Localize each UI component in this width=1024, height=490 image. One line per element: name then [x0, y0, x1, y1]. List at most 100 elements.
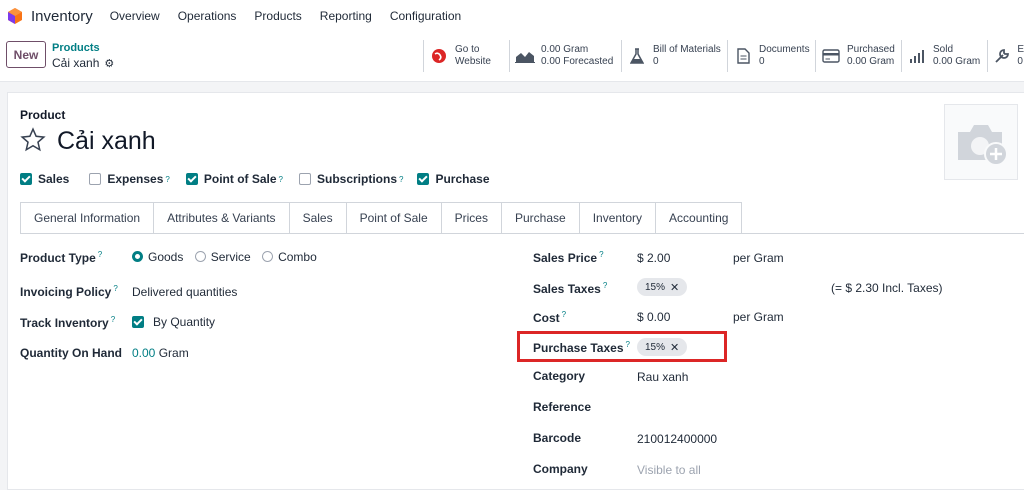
product-image-upload[interactable] — [944, 104, 1018, 180]
flag-expenses-label: Expenses — [107, 172, 164, 186]
flag-subscriptions-label: Subscriptions — [317, 172, 398, 186]
help-icon[interactable]: ? — [603, 281, 607, 290]
product-name-input[interactable]: Cải xanh — [57, 127, 156, 156]
notebook-tabs: General Information Attributes & Variant… — [20, 202, 743, 234]
flag-subscriptions[interactable]: Subscriptions? — [299, 172, 403, 186]
qty-on-hand-unit: Gram — [158, 346, 189, 360]
flag-pos-label: Point of Sale — [203, 172, 277, 186]
reference-label: Reference — [533, 400, 592, 414]
track-inventory-method[interactable]: By Quantity — [153, 315, 215, 329]
new-button[interactable]: New — [6, 41, 46, 68]
smart-button-purchased[interactable]: Purchased 0.00 Gram — [815, 40, 901, 72]
tab-purchase[interactable]: Purchase — [501, 202, 580, 234]
category-select[interactable]: Rau xanh — [637, 370, 688, 384]
help-icon[interactable]: ? — [113, 284, 117, 293]
breadcrumb-current: Cải xanh ⚙ — [52, 56, 114, 70]
reference-input[interactable] — [637, 400, 877, 414]
invoicing-policy-select[interactable]: Delivered quantities — [132, 285, 237, 299]
tab-general-information[interactable]: General Information — [20, 202, 155, 234]
qty-on-hand-label: Quantity On Hand — [20, 346, 122, 360]
sales-checkbox[interactable] — [20, 173, 32, 185]
wrench-icon — [993, 48, 1011, 64]
smart-button-forecast[interactable]: 0.00 Gram 0.00 Forecasted — [509, 40, 621, 72]
radio-combo-dot[interactable] — [262, 251, 274, 262]
product-flags: Sales Expenses? Point of Sale? Subscript… — [20, 172, 502, 186]
gear-icon[interactable]: ⚙ — [104, 57, 114, 70]
smart-website-bottom: Website — [455, 56, 491, 67]
barcode-label: Barcode — [533, 431, 582, 445]
smart-button-more[interactable]: E0 — [987, 40, 1024, 72]
smart-button-sold[interactable]: Sold 0.00 Gram — [901, 40, 987, 72]
qty-on-hand-value[interactable]: 0.00 — [132, 346, 155, 360]
purchase-checkbox[interactable] — [417, 173, 430, 185]
document-icon — [733, 48, 753, 64]
product-type-label-text: Product Type — [20, 251, 96, 265]
area-chart-icon — [515, 49, 535, 63]
bar-chart-icon — [907, 49, 927, 63]
menu-operations[interactable]: Operations — [178, 9, 237, 23]
smart-sold-top: Sold — [933, 44, 954, 55]
radio-goods[interactable]: Goods — [132, 250, 183, 264]
track-inventory-field: By Quantity — [132, 315, 215, 329]
smart-more-bottom: 0 — [1017, 56, 1023, 67]
tab-sales[interactable]: Sales — [289, 202, 347, 234]
tab-attributes-variants[interactable]: Attributes & Variants — [154, 202, 290, 234]
invoicing-policy-label-text: Invoicing Policy — [20, 285, 112, 299]
cost-input[interactable]: $ 0.00 — [637, 310, 670, 324]
flag-sales-label: Sales — [38, 172, 70, 186]
radio-service-label: Service — [210, 250, 251, 264]
breadcrumb-current-label: Cải xanh — [52, 56, 100, 70]
help-icon[interactable]: ? — [562, 310, 566, 319]
tab-prices[interactable]: Prices — [441, 202, 502, 234]
pos-checkbox[interactable] — [185, 173, 198, 185]
breadcrumb-products-link[interactable]: Products — [52, 42, 100, 54]
barcode-input[interactable]: 210012400000 — [637, 432, 717, 446]
radio-goods-dot[interactable] — [132, 251, 143, 262]
track-inventory-label: Track Inventory? — [20, 315, 115, 330]
track-inventory-checkbox[interactable] — [132, 316, 144, 328]
smart-bom-top: Bill of Materials — [653, 44, 721, 55]
sales-price-input[interactable]: $ 2.00 — [637, 251, 670, 265]
flag-purchase[interactable]: Purchase — [417, 172, 490, 186]
control-panel: New Products Cải xanh ⚙ Go to Website 0.0… — [0, 32, 1024, 82]
flag-expenses[interactable]: Expenses? — [89, 172, 170, 186]
expenses-checkbox[interactable] — [89, 173, 102, 185]
product-label: Product — [20, 108, 66, 122]
radio-combo[interactable]: Combo — [262, 250, 317, 264]
smart-button-website[interactable]: Go to Website — [423, 40, 509, 72]
subscriptions-checkbox[interactable] — [299, 173, 311, 185]
camera-add-icon — [958, 125, 1008, 166]
app-logo-icon[interactable] — [8, 8, 22, 24]
tab-point-of-sale[interactable]: Point of Sale — [346, 202, 442, 234]
remove-tag-icon[interactable]: ✕ — [670, 281, 679, 294]
credit-card-icon — [821, 49, 841, 63]
menu-configuration[interactable]: Configuration — [390, 9, 461, 23]
cost-label: Cost? — [533, 310, 566, 325]
company-select[interactable]: Visible to all — [637, 463, 701, 477]
star-icon[interactable] — [20, 127, 46, 153]
smart-button-documents[interactable]: Documents 0 — [727, 40, 815, 72]
help-icon[interactable]: ? — [599, 250, 603, 259]
help-icon[interactable]: ? — [279, 175, 283, 184]
smart-bom-bottom: 0 — [653, 56, 659, 67]
sales-tax-tag: 15% ✕ — [637, 278, 688, 296]
flag-sales[interactable]: Sales — [20, 172, 69, 186]
menu-overview[interactable]: Overview — [110, 9, 160, 23]
menu-reporting[interactable]: Reporting — [320, 9, 372, 23]
help-icon[interactable]: ? — [111, 315, 115, 324]
radio-service-dot[interactable] — [194, 251, 206, 262]
radio-goods-label: Goods — [148, 250, 184, 264]
tab-accounting[interactable]: Accounting — [656, 202, 743, 234]
radio-service[interactable]: Service — [194, 250, 251, 264]
app-name[interactable]: Inventory — [31, 8, 93, 25]
help-icon[interactable]: ? — [165, 175, 169, 184]
smart-documents-top: Documents — [759, 44, 810, 55]
tab-inventory[interactable]: Inventory — [579, 202, 657, 234]
help-icon[interactable]: ? — [399, 175, 403, 184]
help-icon[interactable]: ? — [98, 250, 102, 259]
tab-divider — [20, 233, 1024, 234]
smart-button-bom[interactable]: Bill of Materials 0 — [621, 40, 727, 72]
cost-label-text: Cost — [533, 311, 560, 325]
flag-point-of-sale[interactable]: Point of Sale? — [185, 172, 283, 186]
menu-products[interactable]: Products — [254, 9, 301, 23]
